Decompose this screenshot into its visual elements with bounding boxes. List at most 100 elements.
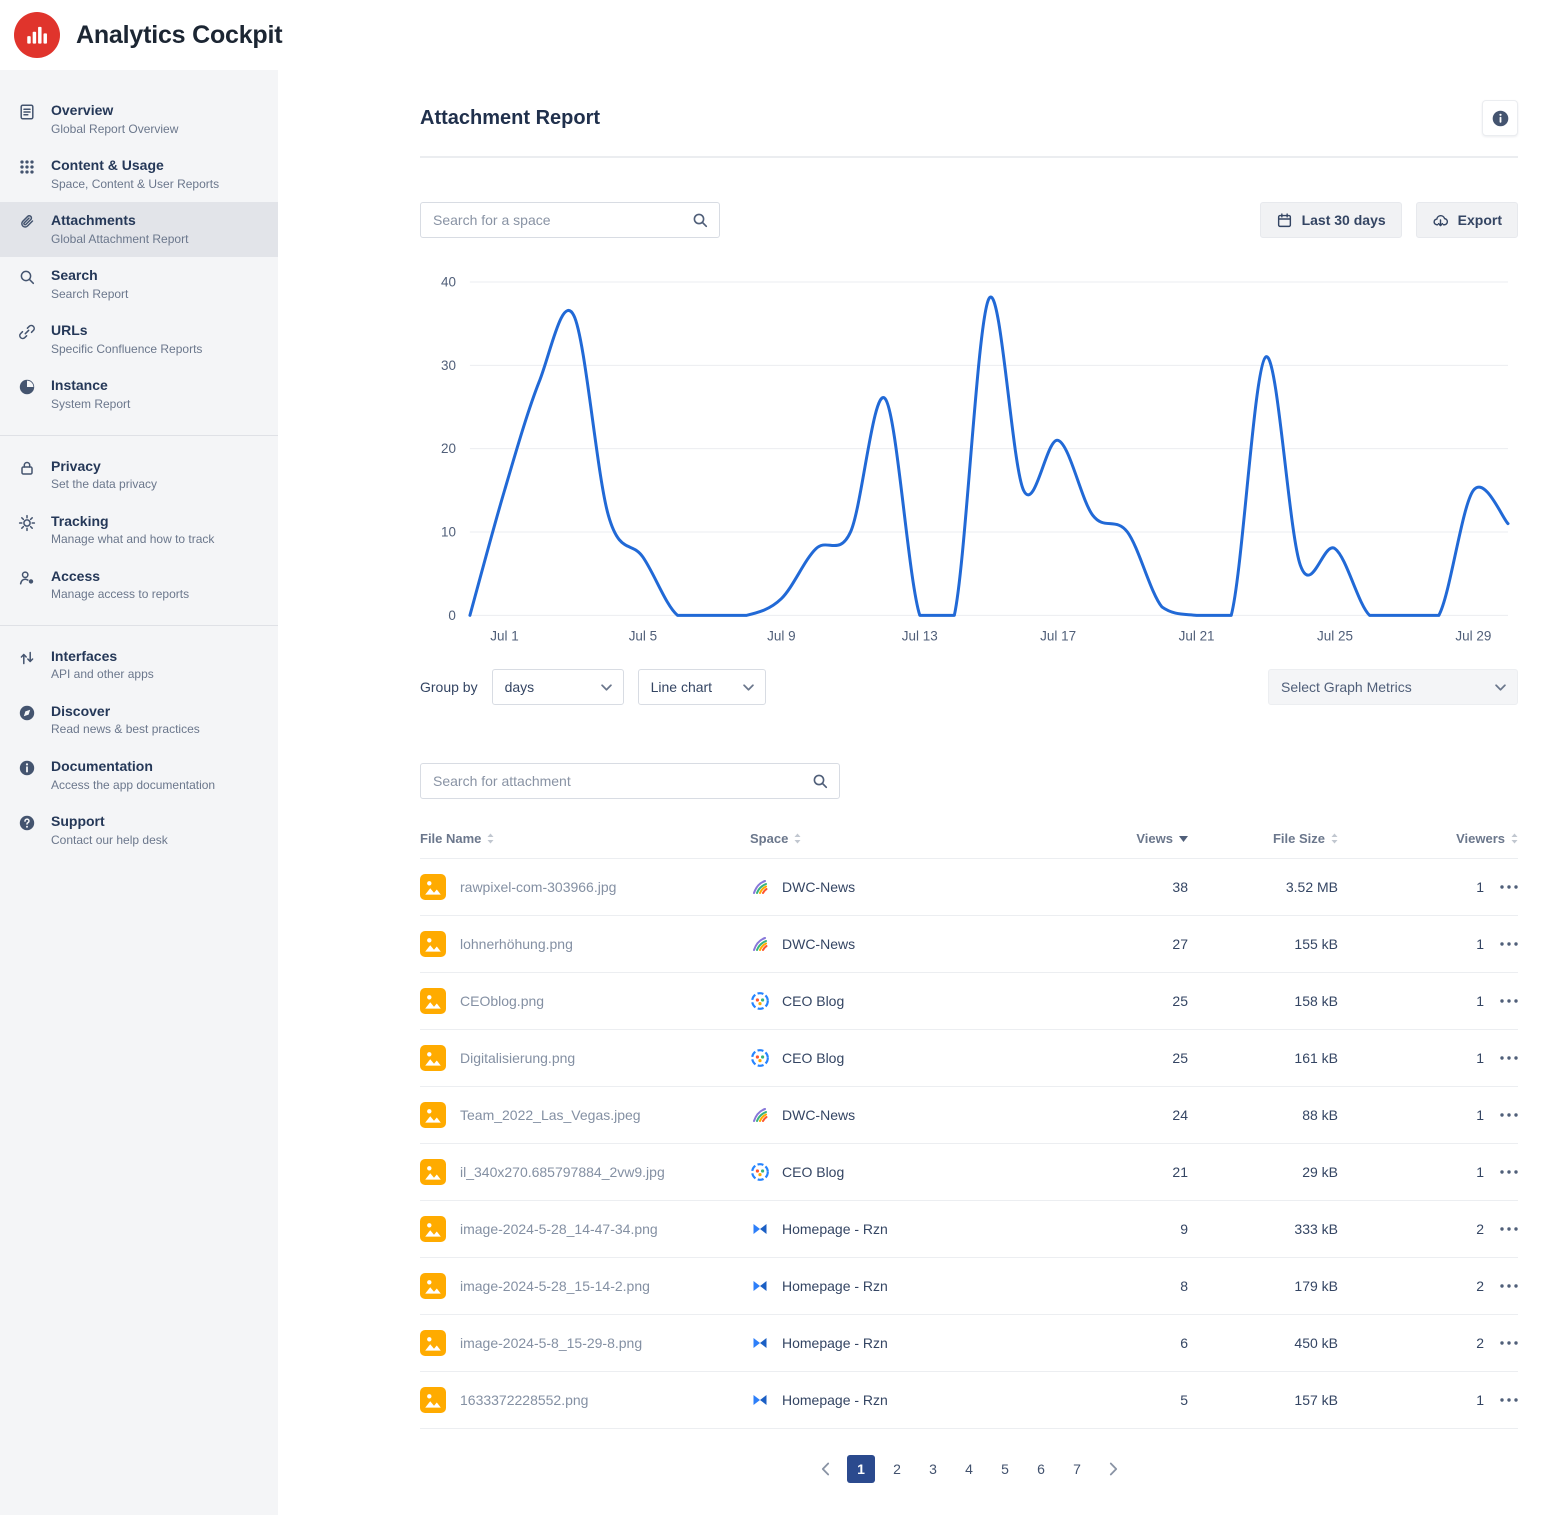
- line-series: [470, 297, 1508, 615]
- date-range-button[interactable]: Last 30 days: [1260, 202, 1402, 238]
- file-name-link[interactable]: image-2024-5-28_15-14-2.png: [460, 1278, 650, 1294]
- file-name-link[interactable]: il_340x270.685797884_2vw9.jpg: [460, 1164, 665, 1180]
- pagination-page-7[interactable]: 7: [1063, 1455, 1091, 1483]
- chevron-down-icon: [601, 684, 612, 691]
- info-button[interactable]: [1482, 100, 1518, 136]
- user-access-icon: [18, 569, 38, 589]
- file-size-value: 450 kB: [1188, 1315, 1338, 1372]
- views-value: 5: [1078, 1372, 1188, 1429]
- sidebar-item-support[interactable]: Support Contact our help desk: [0, 803, 278, 858]
- title-divider: [420, 156, 1518, 158]
- space-name-link[interactable]: Homepage - Rzn: [782, 1221, 888, 1237]
- space-name-link[interactable]: Homepage - Rzn: [782, 1278, 888, 1294]
- sidebar-item-sublabel: Space, Content & User Reports: [51, 177, 219, 193]
- file-name-link[interactable]: CEOblog.png: [460, 993, 544, 1009]
- sidebar-item-label: Discover: [51, 703, 200, 721]
- row-actions-button[interactable]: [1500, 1284, 1518, 1288]
- column-header-views[interactable]: Views: [1136, 831, 1188, 846]
- views-value: 9: [1078, 1201, 1188, 1258]
- pagination-page-5[interactable]: 5: [991, 1455, 1019, 1483]
- space-name-link[interactable]: CEO Blog: [782, 1164, 844, 1180]
- file-name-link[interactable]: image-2024-5-28_14-47-34.png: [460, 1221, 658, 1237]
- pagination-page-4[interactable]: 4: [955, 1455, 983, 1483]
- image-file-icon: [420, 1273, 446, 1299]
- column-header-space[interactable]: Space: [750, 831, 801, 846]
- graph-metrics-select[interactable]: Select Graph Metrics: [1268, 669, 1518, 705]
- space-name-link[interactable]: CEO Blog: [782, 993, 844, 1009]
- row-actions-button[interactable]: [1500, 1398, 1518, 1402]
- group-by-label: Group by: [420, 679, 478, 695]
- row-actions-button[interactable]: [1500, 885, 1518, 889]
- sort-desc-icon: [1179, 836, 1188, 842]
- sidebar-item-label: Content & Usage: [51, 157, 219, 175]
- viewers-value: 1: [1476, 1392, 1484, 1408]
- sidebar-item-interfaces[interactable]: Interfaces API and other apps: [0, 638, 278, 693]
- row-actions-button[interactable]: [1500, 1113, 1518, 1117]
- sidebar-item-sublabel: Global Attachment Report: [51, 232, 188, 248]
- sidebar-divider: [0, 625, 278, 626]
- table-row: CEOblog.png CEO Blog 25 158 kB 1: [420, 973, 1518, 1030]
- group-by-select[interactable]: days: [492, 669, 624, 705]
- space-name-link[interactable]: Homepage - Rzn: [782, 1392, 888, 1408]
- sidebar-item-access[interactable]: Access Manage access to reports: [0, 558, 278, 613]
- file-name-link[interactable]: Team_2022_Las_Vegas.jpeg: [460, 1107, 641, 1123]
- space-name-link[interactable]: Homepage - Rzn: [782, 1335, 888, 1351]
- space-logo-icon: [750, 991, 770, 1011]
- chart-toolbar: Last 30 days Export: [420, 202, 1518, 238]
- pagination-page-1[interactable]: 1: [847, 1455, 875, 1483]
- sidebar-item-content-usage[interactable]: Content & Usage Space, Content & User Re…: [0, 147, 278, 202]
- column-header-viewers[interactable]: Viewers: [1456, 831, 1518, 846]
- space-search-input[interactable]: [420, 202, 720, 238]
- sidebar-item-sublabel: API and other apps: [51, 667, 154, 683]
- sidebar-item-privacy[interactable]: Privacy Set the data privacy: [0, 448, 278, 503]
- views-value: 27: [1078, 916, 1188, 973]
- grid-icon: [18, 158, 38, 178]
- sidebar-item-documentation[interactable]: Documentation Access the app documentati…: [0, 748, 278, 803]
- pagination-page-2[interactable]: 2: [883, 1455, 911, 1483]
- sidebar-item-label: Interfaces: [51, 648, 154, 666]
- file-name-link[interactable]: 1633372228552.png: [460, 1392, 588, 1408]
- chevron-down-icon: [1495, 684, 1506, 691]
- views-value: 38: [1078, 859, 1188, 916]
- space-logo-icon: [750, 934, 770, 954]
- arrows-up-down-icon: [18, 649, 38, 669]
- sidebar-item-instance[interactable]: Instance System Report: [0, 367, 278, 422]
- attachment-search-input[interactable]: [420, 763, 840, 799]
- export-button[interactable]: Export: [1416, 202, 1518, 238]
- file-name-link[interactable]: rawpixel-com-303966.jpg: [460, 879, 616, 895]
- file-size-value: 179 kB: [1188, 1258, 1338, 1315]
- sidebar-item-label: URLs: [51, 322, 202, 340]
- row-actions-button[interactable]: [1500, 1170, 1518, 1174]
- file-name-link[interactable]: lohnerhöhung.png: [460, 936, 573, 952]
- row-actions-button[interactable]: [1500, 942, 1518, 946]
- row-actions-button[interactable]: [1500, 1341, 1518, 1345]
- column-header-file-name[interactable]: File Name: [420, 831, 494, 846]
- sidebar-item-label: Support: [51, 813, 168, 831]
- pagination-next[interactable]: [1099, 1455, 1127, 1483]
- space-name-link[interactable]: DWC-News: [782, 936, 855, 952]
- row-actions-button[interactable]: [1500, 999, 1518, 1003]
- space-name-link[interactable]: DWC-News: [782, 879, 855, 895]
- sidebar-item-discover[interactable]: Discover Read news & best practices: [0, 693, 278, 748]
- sidebar-item-search[interactable]: Search Search Report: [0, 257, 278, 312]
- sidebar-item-urls[interactable]: URLs Specific Confluence Reports: [0, 312, 278, 367]
- file-name-link[interactable]: image-2024-5-8_15-29-8.png: [460, 1335, 642, 1351]
- pagination-page-6[interactable]: 6: [1027, 1455, 1055, 1483]
- file-name-link[interactable]: Digitalisierung.png: [460, 1050, 575, 1066]
- row-actions-button[interactable]: [1500, 1227, 1518, 1231]
- image-file-icon: [420, 1159, 446, 1185]
- sidebar-item-overview[interactable]: Overview Global Report Overview: [0, 92, 278, 147]
- sidebar-item-attachments[interactable]: Attachments Global Attachment Report: [0, 202, 278, 257]
- space-name-link[interactable]: CEO Blog: [782, 1050, 844, 1066]
- chart-type-select[interactable]: Line chart: [638, 669, 766, 705]
- pagination-page-3[interactable]: 3: [919, 1455, 947, 1483]
- pagination-prev[interactable]: [811, 1455, 839, 1483]
- views-value: 25: [1078, 1030, 1188, 1087]
- compass-icon: [18, 704, 38, 724]
- image-file-icon: [420, 1216, 446, 1242]
- space-name-link[interactable]: DWC-News: [782, 1107, 855, 1123]
- column-header-file-size[interactable]: File Size: [1273, 831, 1338, 846]
- table-row: rawpixel-com-303966.jpg DWC-News 38 3.52…: [420, 859, 1518, 916]
- row-actions-button[interactable]: [1500, 1056, 1518, 1060]
- sidebar-item-tracking[interactable]: Tracking Manage what and how to track: [0, 503, 278, 558]
